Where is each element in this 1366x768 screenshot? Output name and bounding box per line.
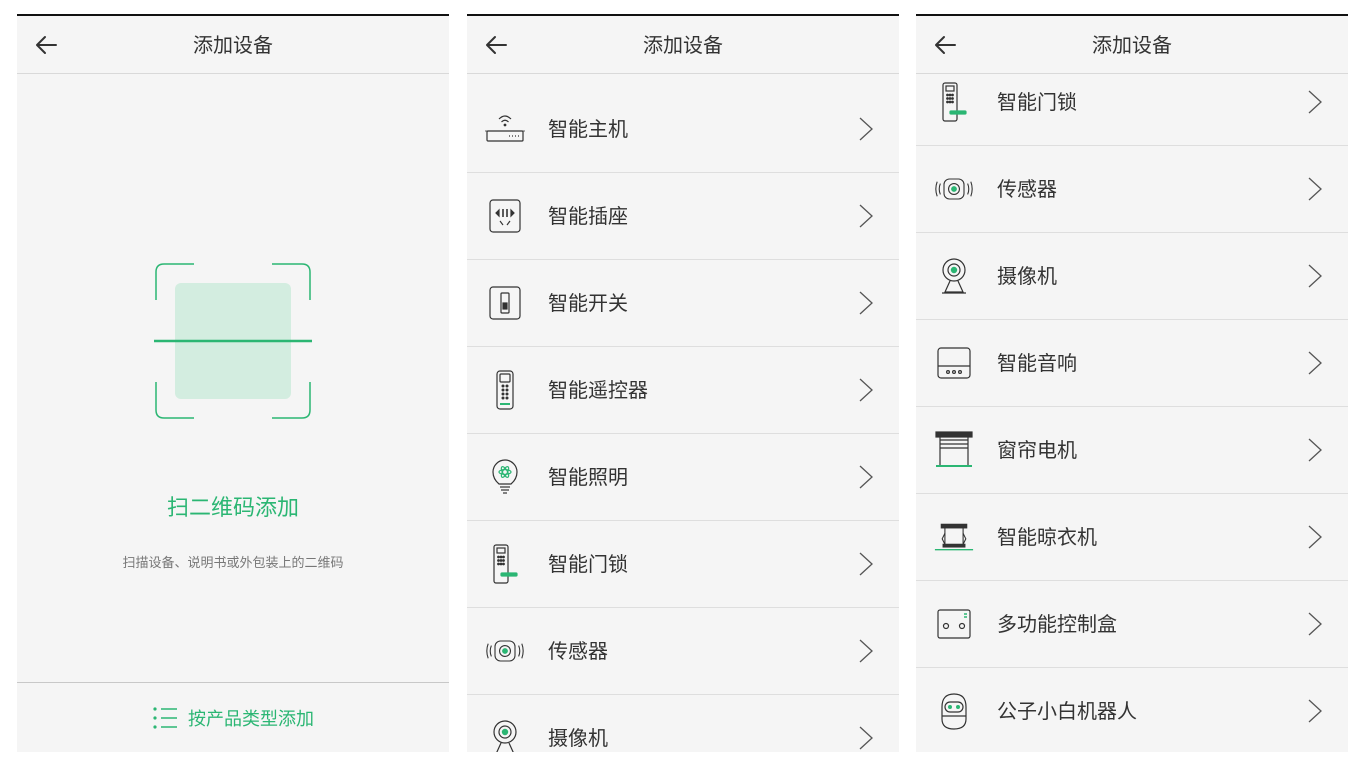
add-by-type-label: 按产品类型添加 — [188, 708, 314, 730]
device-type-screen: 添加设备 智能主机 智能插座 智能开关 智能遥控器 智能照明 智能门锁 传感器 … — [467, 14, 899, 752]
list-item-multi-control-box[interactable]: 多功能控制盒 — [916, 581, 1348, 668]
back-button[interactable] — [930, 30, 960, 60]
chevron-right-icon — [859, 726, 873, 750]
item-label: 公子小白机器人 — [997, 699, 1137, 723]
chevron-right-icon — [859, 117, 873, 141]
page-title: 添加设备 — [193, 33, 273, 57]
arrow-left-icon — [36, 36, 57, 54]
item-label: 摄像机 — [548, 726, 608, 750]
header: 添加设备 — [916, 16, 1348, 74]
item-label: 传感器 — [548, 639, 608, 663]
item-label: 摄像机 — [997, 264, 1057, 288]
chevron-right-icon — [1308, 351, 1322, 375]
list-item-clothes-dryer[interactable]: 智能晾衣机 — [916, 494, 1348, 581]
chevron-right-icon — [1308, 438, 1322, 462]
list-item-smart-remote[interactable]: 智能遥控器 — [467, 347, 899, 434]
qr-scan-icon — [154, 263, 312, 419]
chevron-right-icon — [1308, 525, 1322, 549]
chevron-right-icon — [859, 378, 873, 402]
device-type-screen-scrolled: 添加设备 智能门锁 传感器 摄像机 智能音响 窗帘电机 智能晾衣机 多功能控制盒… — [916, 14, 1348, 752]
list-item-sensor[interactable]: 传感器 — [916, 146, 1348, 233]
remote-icon — [485, 370, 525, 410]
camera-icon — [934, 256, 974, 296]
back-button[interactable] — [481, 30, 511, 60]
item-label: 智能插座 — [548, 204, 628, 228]
list-item-smart-switch[interactable]: 智能开关 — [467, 260, 899, 347]
switch-icon — [485, 283, 525, 323]
item-label: 智能遥控器 — [548, 378, 648, 402]
chevron-right-icon — [1308, 264, 1322, 288]
header: 添加设备 — [467, 16, 899, 74]
list-item-camera[interactable]: 摄像机 — [467, 695, 899, 752]
qr-scanner-frame[interactable] — [154, 262, 312, 420]
chevron-right-icon — [859, 291, 873, 315]
chevron-right-icon — [859, 552, 873, 576]
device-type-list: 智能主机 智能插座 智能开关 智能遥控器 智能照明 智能门锁 传感器 摄像机 — [467, 86, 899, 752]
robot-icon — [934, 691, 974, 731]
chevron-right-icon — [1308, 612, 1322, 636]
list-item-smart-door-lock[interactable]: 智能门锁 — [467, 521, 899, 608]
item-label: 多功能控制盒 — [997, 612, 1117, 636]
sensor-icon — [934, 169, 974, 209]
item-label: 智能开关 — [548, 291, 628, 315]
list-item-smart-speaker[interactable]: 智能音响 — [916, 320, 1348, 407]
page-title: 添加设备 — [1092, 33, 1172, 57]
clothes-dryer-icon — [934, 517, 974, 557]
arrow-left-icon — [486, 36, 507, 54]
chevron-right-icon — [859, 465, 873, 489]
item-label: 智能门锁 — [548, 552, 628, 576]
item-label: 智能音响 — [997, 351, 1077, 375]
scan-screen: 添加设备 扫二维码添加 扫描设备、说明书或外包装上的二维码 按产品类型添加 — [17, 14, 449, 752]
chevron-right-icon — [1308, 699, 1322, 723]
item-label: 智能照明 — [548, 465, 628, 489]
item-label: 智能主机 — [548, 117, 628, 141]
control-box-icon — [934, 604, 974, 644]
header: 添加设备 — [17, 16, 449, 74]
door-lock-icon — [485, 544, 525, 584]
scan-title: 扫二维码添加 — [166, 496, 299, 521]
chevron-right-icon — [859, 639, 873, 663]
curtain-icon — [934, 430, 974, 470]
scan-description: 扫描设备、说明书或外包装上的二维码 — [122, 556, 344, 571]
device-type-list: 智能门锁 传感器 摄像机 智能音响 窗帘电机 智能晾衣机 多功能控制盒 公子小白… — [916, 59, 1348, 752]
back-button[interactable] — [31, 30, 61, 60]
door-lock-icon — [934, 82, 974, 122]
add-by-type-button[interactable]: 按产品类型添加 — [17, 682, 449, 752]
item-label: 窗帘电机 — [997, 438, 1077, 462]
list-item-smart-lighting[interactable]: 智能照明 — [467, 434, 899, 521]
list-icon — [153, 706, 177, 729]
chevron-right-icon — [1308, 90, 1322, 114]
list-item-robot[interactable]: 公子小白机器人 — [916, 668, 1348, 752]
speaker-icon — [934, 343, 974, 383]
arrow-left-icon — [935, 36, 956, 54]
page-title: 添加设备 — [643, 33, 723, 57]
socket-icon — [485, 196, 525, 236]
list-item-curtain-motor[interactable]: 窗帘电机 — [916, 407, 1348, 494]
chevron-right-icon — [1308, 177, 1322, 201]
item-label: 传感器 — [997, 177, 1057, 201]
bulb-icon — [485, 457, 525, 497]
list-item-camera[interactable]: 摄像机 — [916, 233, 1348, 320]
sensor-icon — [485, 631, 525, 671]
router-icon — [485, 109, 525, 149]
list-item-smart-socket[interactable]: 智能插座 — [467, 173, 899, 260]
item-label: 智能晾衣机 — [997, 525, 1097, 549]
chevron-right-icon — [859, 204, 873, 228]
camera-icon — [485, 718, 525, 752]
list-item-sensor[interactable]: 传感器 — [467, 608, 899, 695]
list-item-smart-host[interactable]: 智能主机 — [467, 86, 899, 173]
